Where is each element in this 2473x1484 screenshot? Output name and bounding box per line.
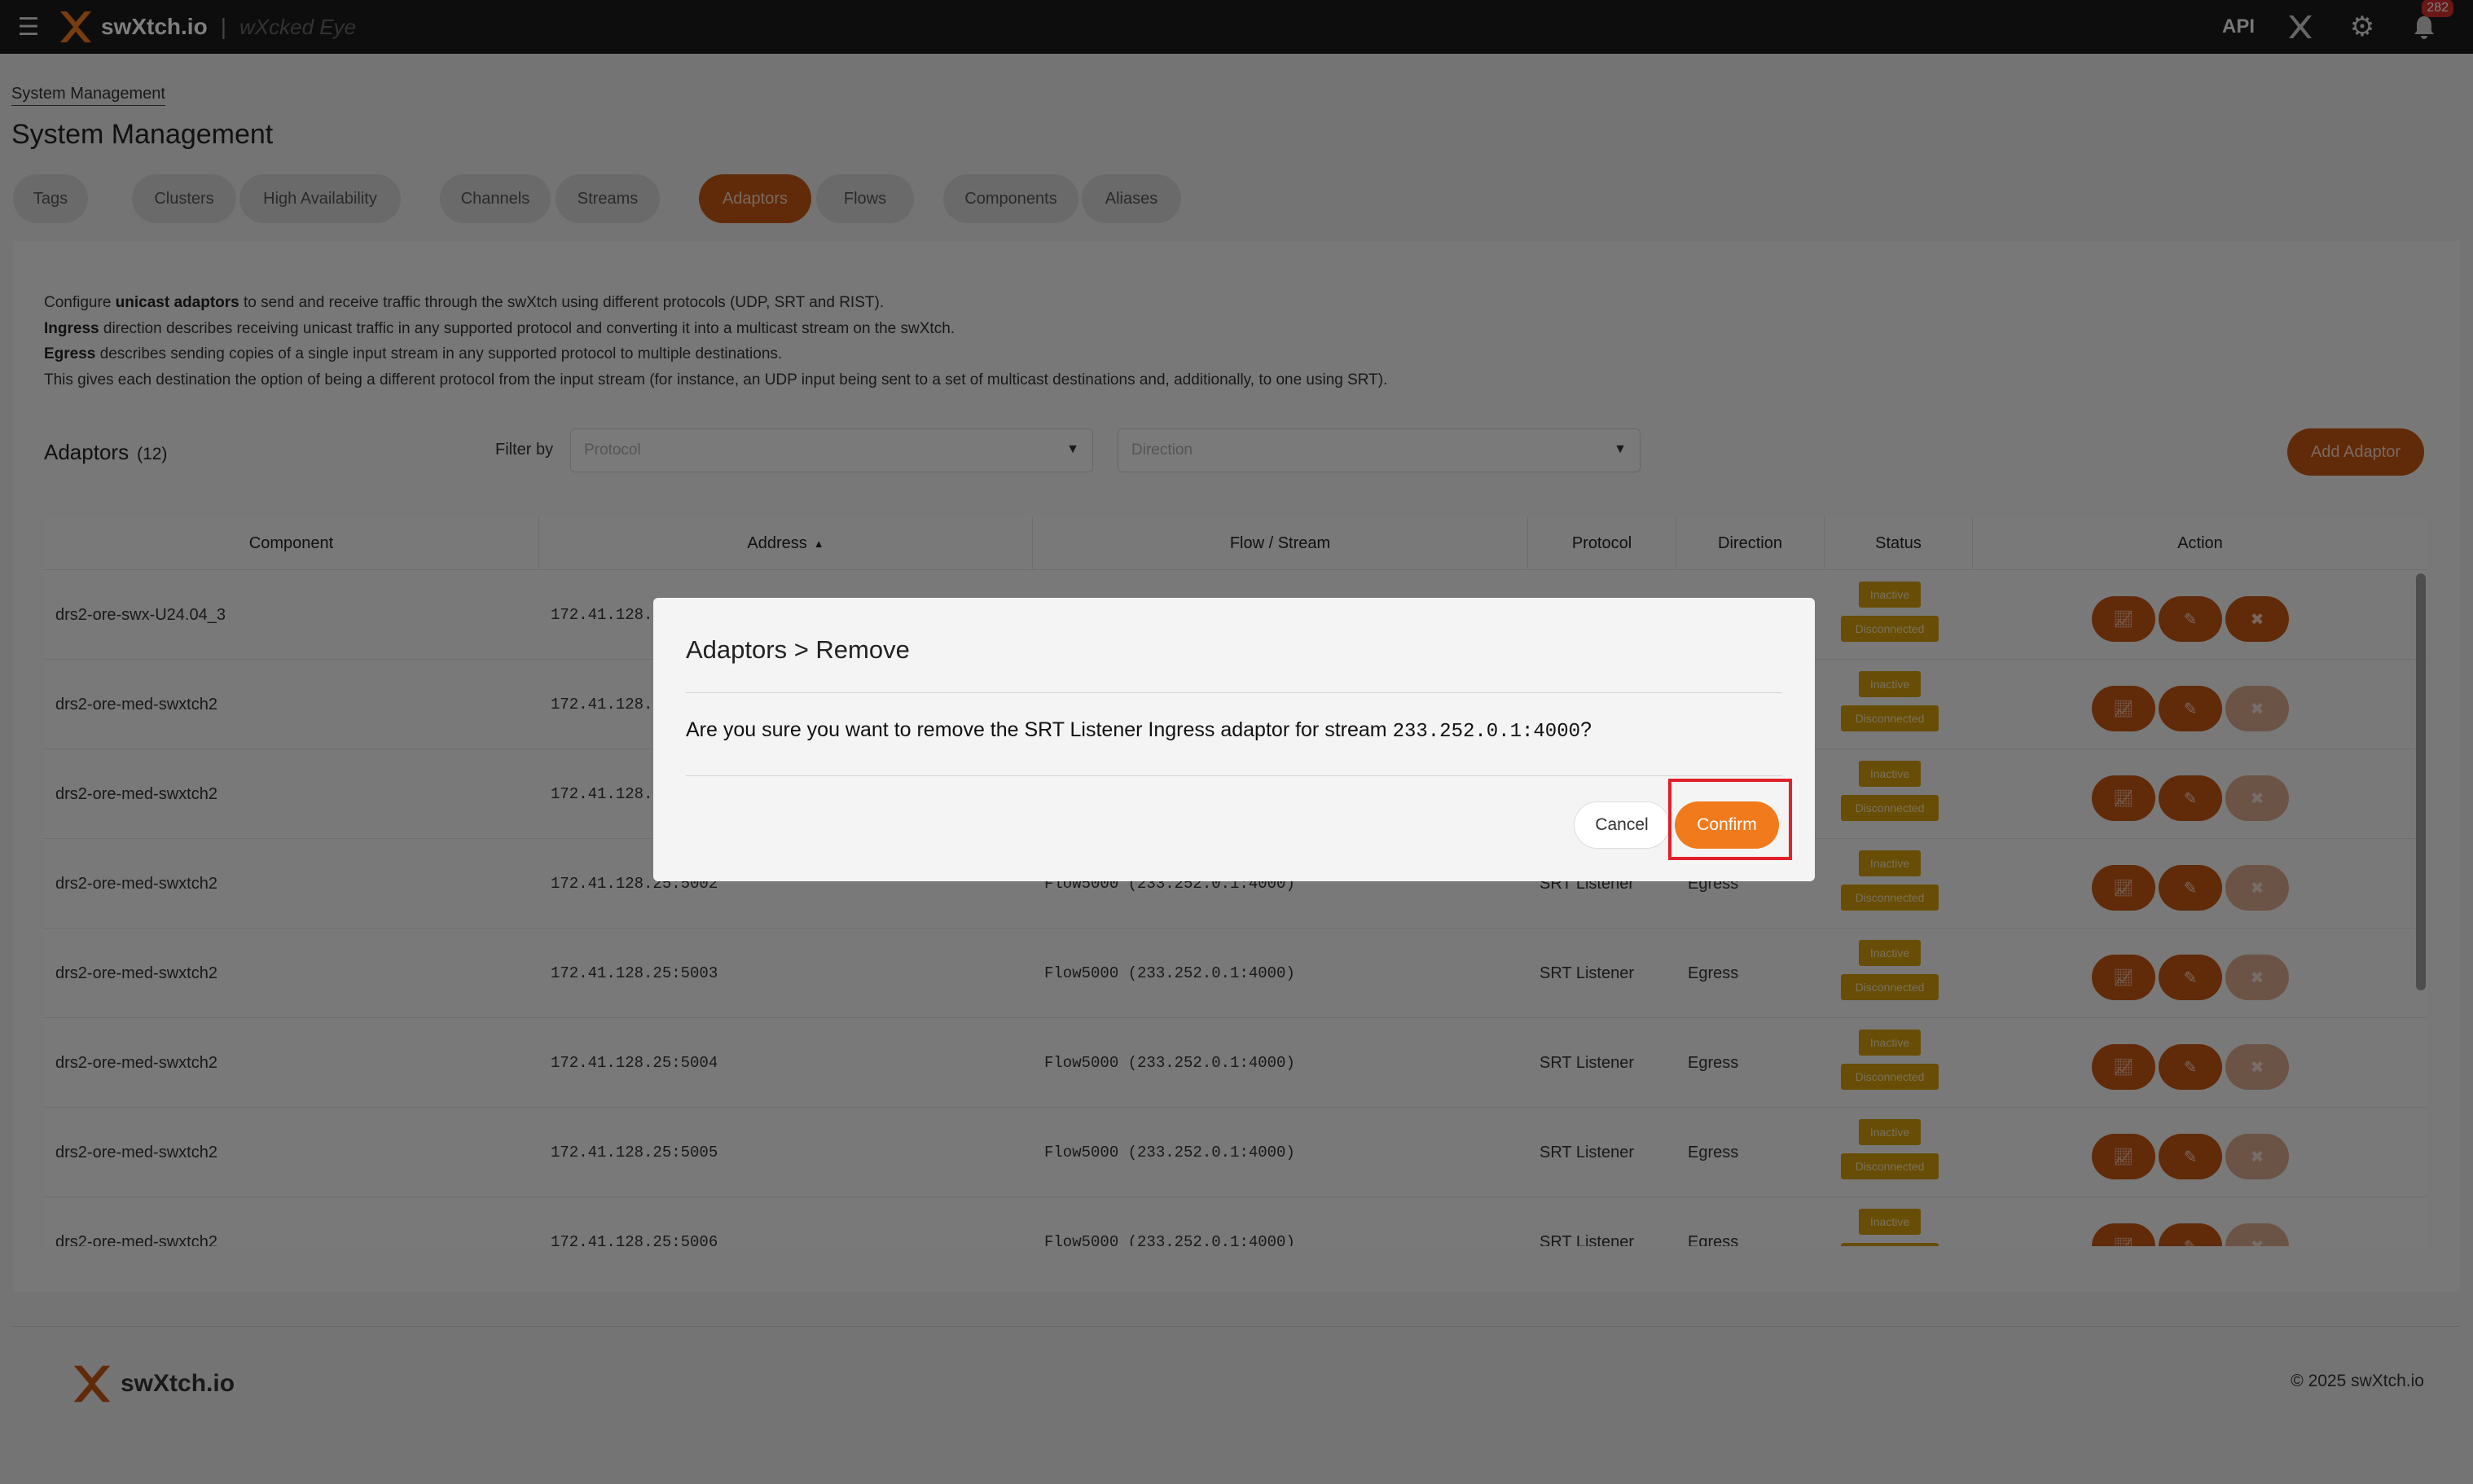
dialog-divider bbox=[686, 775, 1782, 776]
remove-adaptor-dialog: Adaptors > Remove Are you sure you want … bbox=[653, 598, 1815, 881]
cancel-button[interactable]: Cancel bbox=[1574, 801, 1670, 849]
stream-address: 233.252.0.1:4000 bbox=[1392, 721, 1580, 743]
confirm-highlight-box bbox=[1668, 779, 1792, 860]
dialog-title: Adaptors > Remove bbox=[686, 635, 910, 664]
dialog-divider bbox=[686, 692, 1782, 693]
dialog-message: Are you sure you want to remove the SRT … bbox=[686, 718, 1592, 743]
